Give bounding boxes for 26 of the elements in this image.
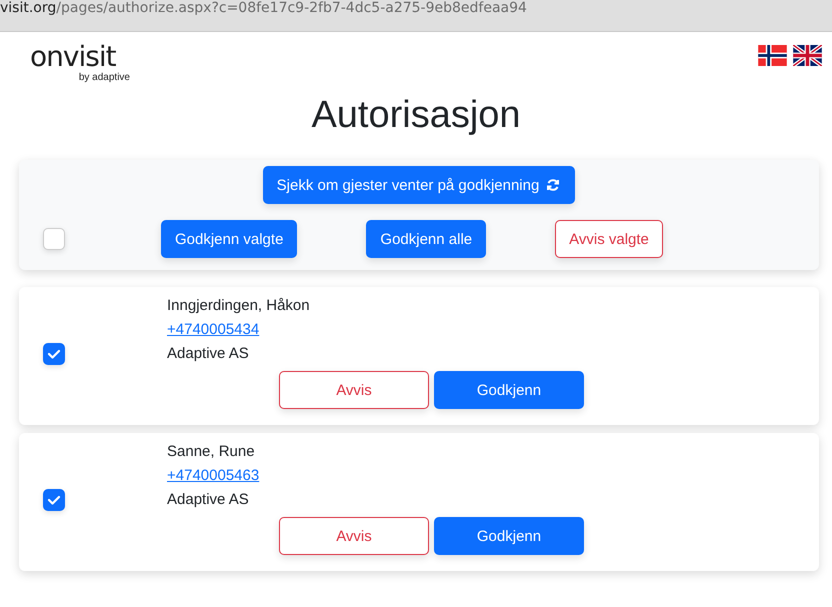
address-bar[interactable]: visit.org/pages/authorize.aspx?c=08fe17c9-2fb7-4dc5-a275-9eb8edfeaa94 — [0, 0, 832, 32]
approve-selected-button[interactable]: Godkjenn valgte — [161, 220, 298, 258]
checkbox[interactable] — [43, 228, 65, 250]
url-host: visit.org — [0, 0, 56, 16]
phone-link[interactable]: +4740005463 — [167, 464, 260, 488]
uk-flag-icon[interactable] — [793, 45, 822, 66]
reject-button[interactable]: Avvis — [279, 517, 429, 555]
company-name: Adaptive AS — [167, 344, 249, 364]
logo-tagline: by adaptive — [78, 72, 130, 84]
guest-name: Inngjerdingen, Håkon — [167, 296, 310, 316]
page-title: Autorisasjon — [310, 93, 522, 138]
checkbox[interactable] — [43, 342, 65, 364]
refresh-icon — [545, 177, 562, 193]
reject-selected-button[interactable]: Avvis valgte — [555, 220, 663, 258]
reject-button[interactable]: Avvis — [279, 371, 429, 409]
refresh-button[interactable]: Sjekk om gjester venter på godkjenning — [262, 166, 576, 204]
norway-flag-icon[interactable] — [758, 45, 787, 66]
company-name: Adaptive AS — [167, 490, 249, 510]
approve-button[interactable]: Godkjenn — [434, 371, 584, 409]
logo-text: onvisit — [30, 42, 116, 72]
approve-all-button[interactable]: Godkjenn alle — [366, 220, 486, 258]
approve-button[interactable]: Godkjenn — [434, 517, 584, 555]
guest-name: Sanne, Rune — [167, 442, 255, 462]
checkbox[interactable] — [43, 488, 65, 510]
url-path: /pages/authorize.aspx?c=08fe17c9-2fb7-4dc5-a275-9eb8edfeaa94 — [56, 0, 527, 16]
phone-link[interactable]: +4740005434 — [167, 318, 260, 342]
